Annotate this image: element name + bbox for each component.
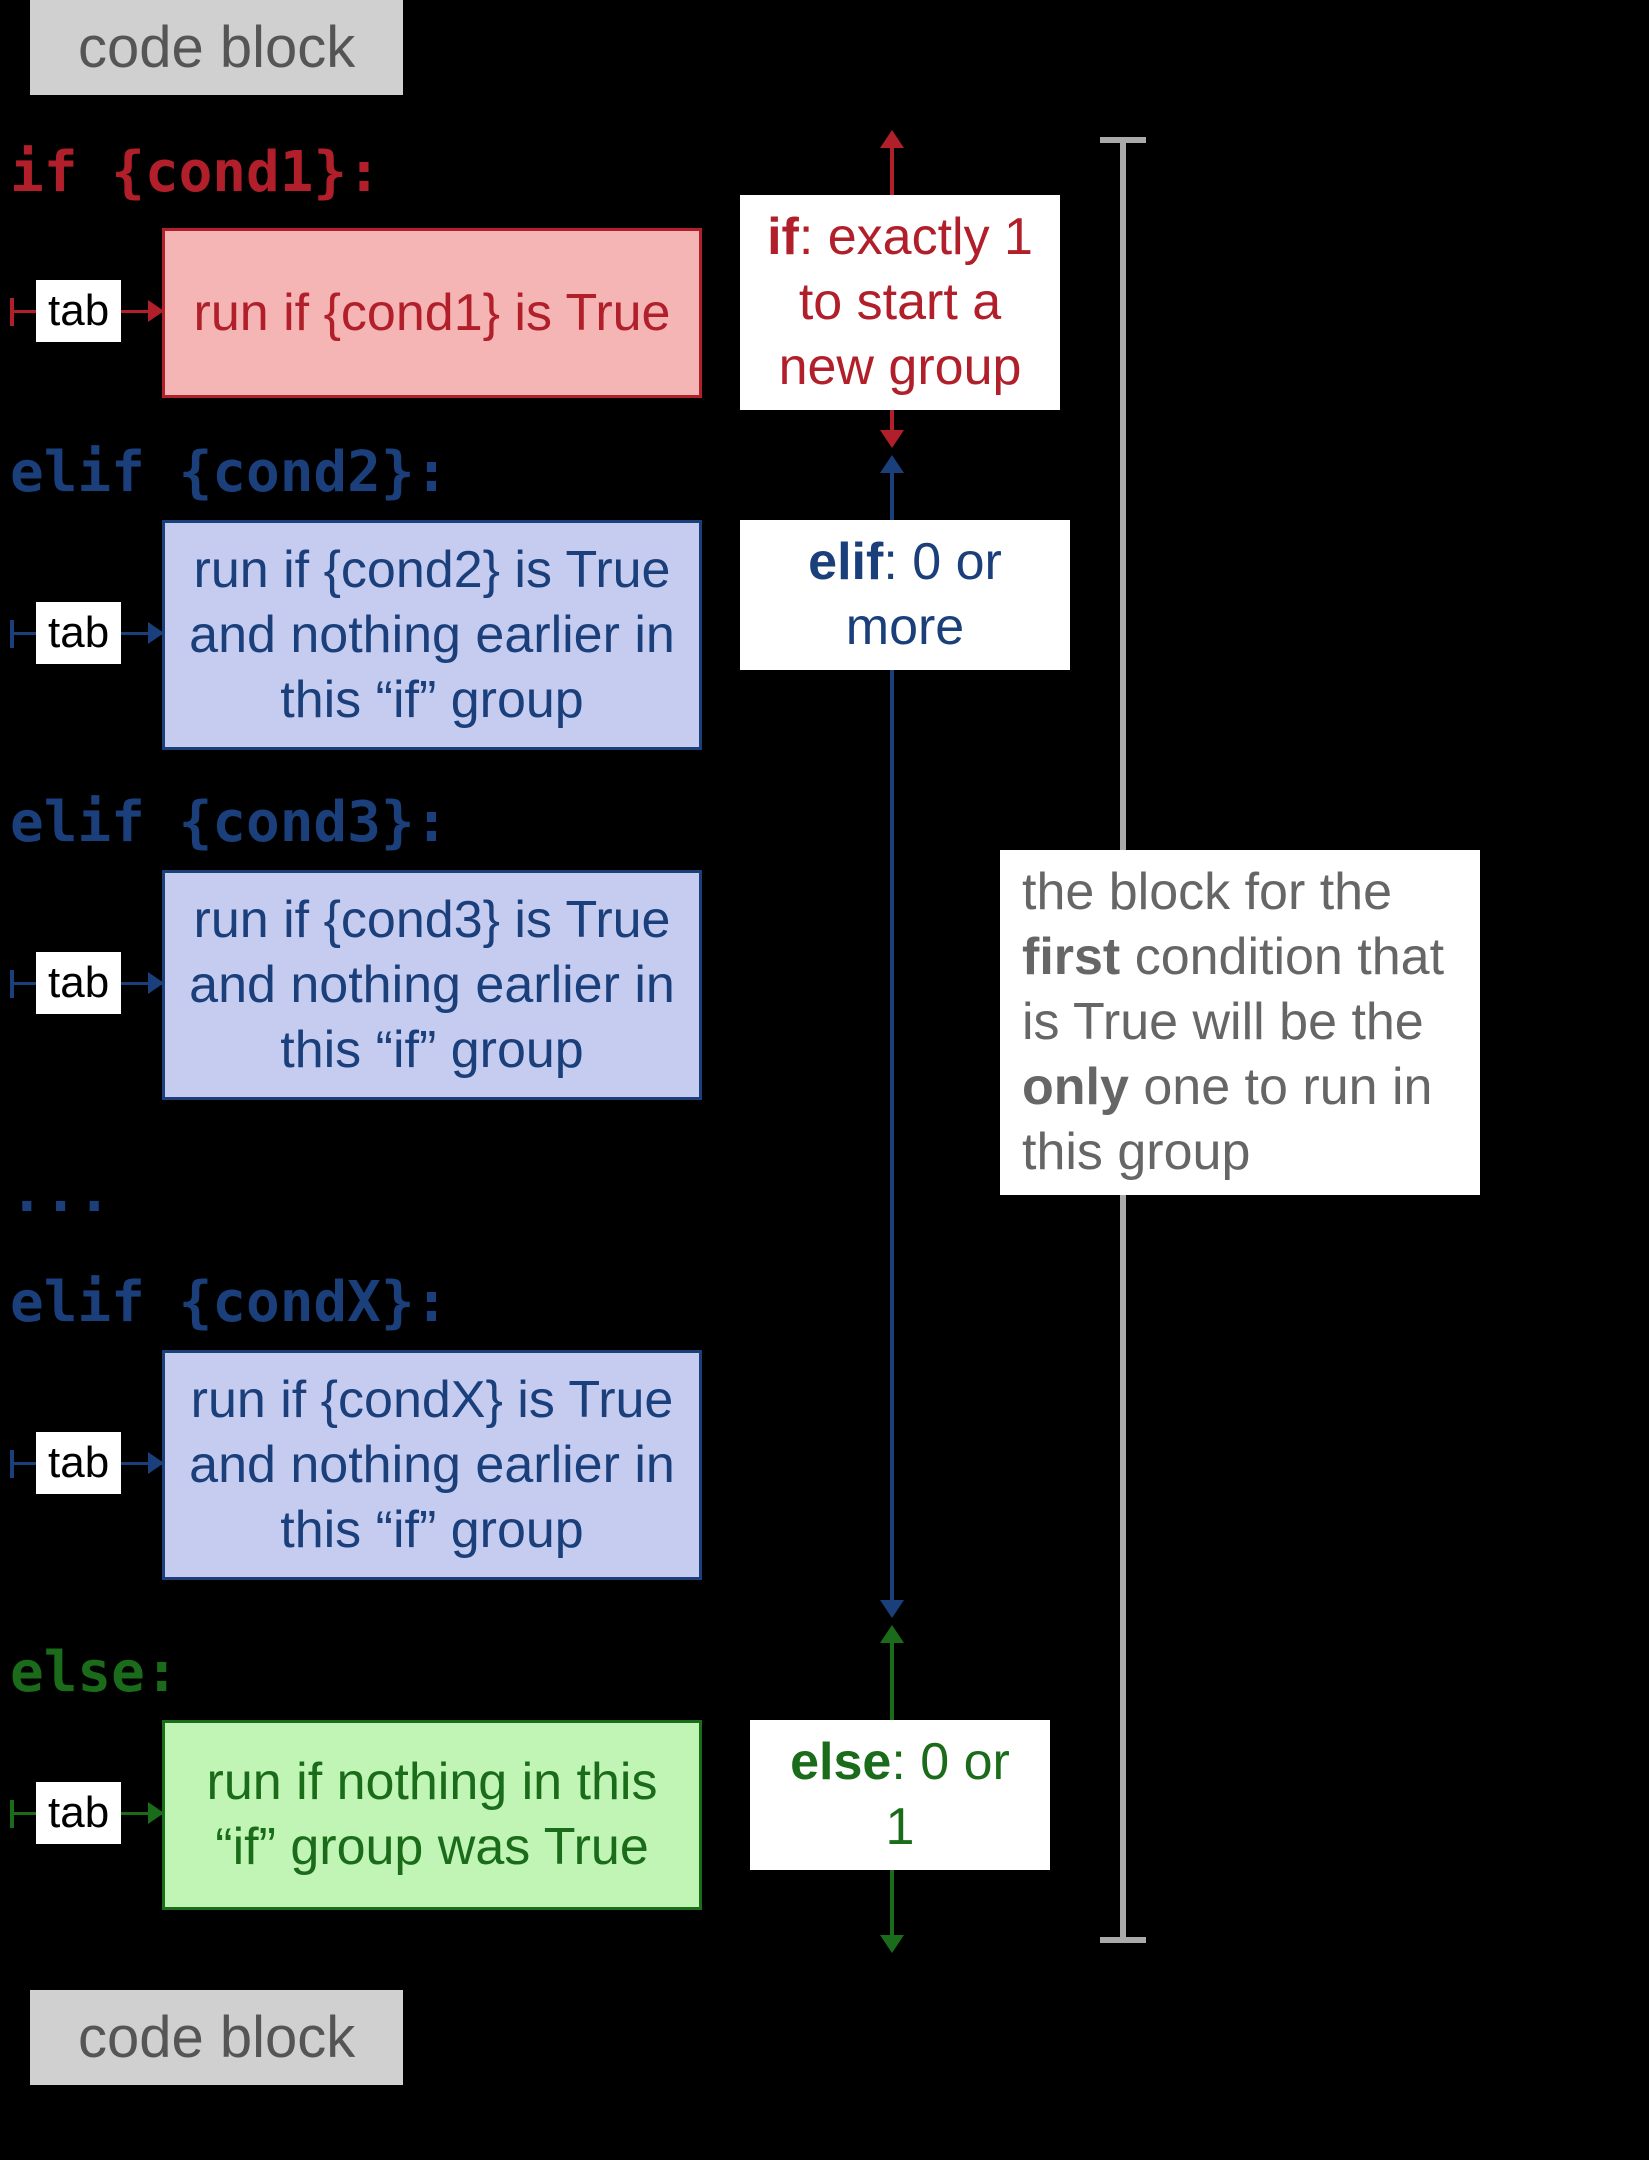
- tab-label-else: tab: [36, 1782, 121, 1844]
- elif2-run-box: run if {cond3} is True and nothing earli…: [162, 870, 702, 1100]
- if-span-up-arrow: [880, 130, 904, 148]
- tab-arrow-elif1-leftcap: [10, 620, 14, 648]
- else-run-box: run if nothing in this “if” group was Tr…: [162, 1720, 702, 1910]
- if-keyword-line: if {cond1}:: [10, 140, 381, 205]
- if-span-down-arrow: [880, 430, 904, 448]
- tab-label-elifX: tab: [36, 1432, 121, 1494]
- if-run-box: run if {cond1} is True: [162, 228, 702, 398]
- elif-annotation: elif: 0 or more: [740, 520, 1070, 670]
- summary-only: only: [1022, 1058, 1129, 1116]
- elifX-keyword-line: elif {condX}:: [10, 1270, 448, 1335]
- tab-arrowhead-elif2: [148, 972, 164, 994]
- else-keyword-line: else:: [10, 1640, 179, 1705]
- summary-first: first: [1022, 928, 1120, 986]
- tab-arrowhead-if: [148, 300, 164, 322]
- tab-arrow-else-leftcap: [10, 1800, 14, 1828]
- summary-pre: the block for the: [1022, 863, 1392, 921]
- elif1-keyword-line: elif {cond2}:: [10, 440, 448, 505]
- tab-label-elif1: tab: [36, 602, 121, 664]
- else-annotation-keyword: else: [790, 1733, 891, 1791]
- full-span-cap-top: [1100, 137, 1146, 143]
- if-annotation-keyword: if: [767, 208, 799, 266]
- tab-arrowhead-else: [148, 1802, 164, 1824]
- else-span-down-arrow: [880, 1935, 904, 1953]
- elif-span-down-arrow: [880, 1600, 904, 1618]
- tab-label-elif2: tab: [36, 952, 121, 1014]
- elif2-keyword-line: elif {cond3}:: [10, 790, 448, 855]
- code-block-label-top: code block: [30, 0, 403, 95]
- ellipsis-line: ...: [10, 1160, 111, 1225]
- tab-arrow-elifX-leftcap: [10, 1450, 14, 1478]
- summary-annotation: the block for the first condition that i…: [1000, 850, 1480, 1195]
- if-annotation-rest: : exactly 1 to start a new group: [779, 208, 1033, 396]
- full-span-cap-bottom: [1100, 1937, 1146, 1943]
- tab-arrowhead-elif1: [148, 622, 164, 644]
- tab-arrow-if-leftcap: [10, 298, 14, 326]
- elif-span-up-arrow: [880, 455, 904, 473]
- else-span-up-arrow: [880, 1625, 904, 1643]
- tab-label-if: tab: [36, 280, 121, 342]
- elif1-run-box: run if {cond2} is True and nothing earli…: [162, 520, 702, 750]
- tab-arrow-elif2-leftcap: [10, 970, 14, 998]
- else-annotation: else: 0 or 1: [750, 1720, 1050, 1870]
- elif-annotation-keyword: elif: [808, 533, 883, 591]
- else-annotation-rest: : 0 or 1: [886, 1733, 1010, 1856]
- code-block-label-bottom: code block: [30, 1990, 403, 2085]
- if-annotation: if: exactly 1 to start a new group: [740, 195, 1060, 410]
- tab-arrowhead-elifX: [148, 1452, 164, 1474]
- elifX-run-box: run if {condX} is True and nothing earli…: [162, 1350, 702, 1580]
